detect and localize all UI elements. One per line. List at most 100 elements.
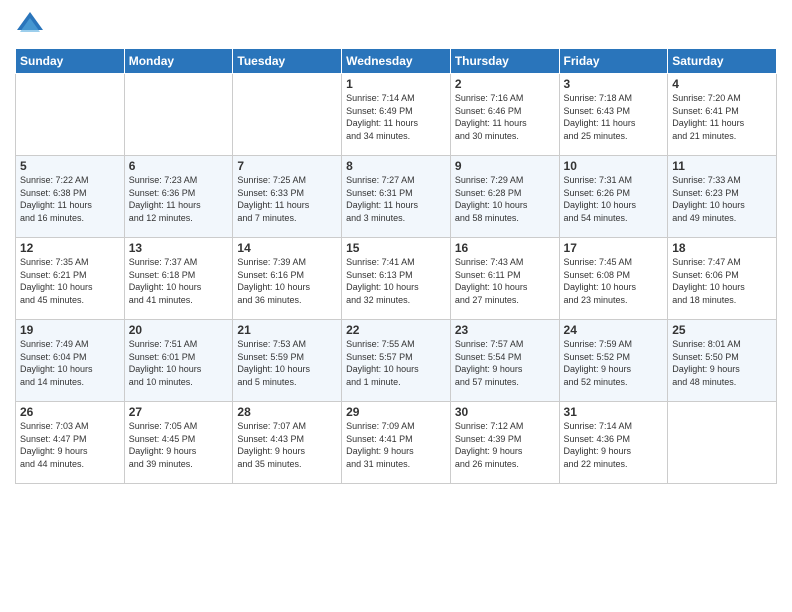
calendar-cell: 14Sunrise: 7:39 AM Sunset: 6:16 PM Dayli…	[233, 238, 342, 320]
day-number: 19	[20, 323, 120, 337]
calendar-week-row: 19Sunrise: 7:49 AM Sunset: 6:04 PM Dayli…	[16, 320, 777, 402]
day-number: 17	[564, 241, 664, 255]
calendar-cell: 13Sunrise: 7:37 AM Sunset: 6:18 PM Dayli…	[124, 238, 233, 320]
day-info: Sunrise: 7:14 AM Sunset: 6:49 PM Dayligh…	[346, 92, 446, 142]
calendar-cell: 31Sunrise: 7:14 AM Sunset: 4:36 PM Dayli…	[559, 402, 668, 484]
day-number: 3	[564, 77, 664, 91]
calendar-cell: 11Sunrise: 7:33 AM Sunset: 6:23 PM Dayli…	[668, 156, 777, 238]
day-number: 7	[237, 159, 337, 173]
calendar-cell: 10Sunrise: 7:31 AM Sunset: 6:26 PM Dayli…	[559, 156, 668, 238]
day-number: 31	[564, 405, 664, 419]
day-number: 9	[455, 159, 555, 173]
logo	[15, 10, 49, 40]
day-number: 10	[564, 159, 664, 173]
day-number: 29	[346, 405, 446, 419]
day-number: 22	[346, 323, 446, 337]
day-info: Sunrise: 7:20 AM Sunset: 6:41 PM Dayligh…	[672, 92, 772, 142]
calendar-week-row: 5Sunrise: 7:22 AM Sunset: 6:38 PM Daylig…	[16, 156, 777, 238]
page-container: SundayMondayTuesdayWednesdayThursdayFrid…	[0, 0, 792, 612]
calendar-cell: 25Sunrise: 8:01 AM Sunset: 5:50 PM Dayli…	[668, 320, 777, 402]
calendar-cell: 24Sunrise: 7:59 AM Sunset: 5:52 PM Dayli…	[559, 320, 668, 402]
day-info: Sunrise: 7:25 AM Sunset: 6:33 PM Dayligh…	[237, 174, 337, 224]
day-info: Sunrise: 7:49 AM Sunset: 6:04 PM Dayligh…	[20, 338, 120, 388]
calendar: SundayMondayTuesdayWednesdayThursdayFrid…	[15, 48, 777, 484]
day-info: Sunrise: 7:09 AM Sunset: 4:41 PM Dayligh…	[346, 420, 446, 470]
calendar-cell: 30Sunrise: 7:12 AM Sunset: 4:39 PM Dayli…	[450, 402, 559, 484]
day-info: Sunrise: 7:59 AM Sunset: 5:52 PM Dayligh…	[564, 338, 664, 388]
day-info: Sunrise: 7:55 AM Sunset: 5:57 PM Dayligh…	[346, 338, 446, 388]
day-number: 8	[346, 159, 446, 173]
day-number: 15	[346, 241, 446, 255]
day-header: Monday	[124, 49, 233, 74]
day-info: Sunrise: 7:18 AM Sunset: 6:43 PM Dayligh…	[564, 92, 664, 142]
day-header: Wednesday	[342, 49, 451, 74]
day-info: Sunrise: 8:01 AM Sunset: 5:50 PM Dayligh…	[672, 338, 772, 388]
calendar-cell: 6Sunrise: 7:23 AM Sunset: 6:36 PM Daylig…	[124, 156, 233, 238]
calendar-cell: 15Sunrise: 7:41 AM Sunset: 6:13 PM Dayli…	[342, 238, 451, 320]
day-number: 2	[455, 77, 555, 91]
calendar-week-row: 26Sunrise: 7:03 AM Sunset: 4:47 PM Dayli…	[16, 402, 777, 484]
day-info: Sunrise: 7:16 AM Sunset: 6:46 PM Dayligh…	[455, 92, 555, 142]
logo-icon	[15, 10, 45, 40]
day-number: 4	[672, 77, 772, 91]
day-info: Sunrise: 7:41 AM Sunset: 6:13 PM Dayligh…	[346, 256, 446, 306]
calendar-cell: 27Sunrise: 7:05 AM Sunset: 4:45 PM Dayli…	[124, 402, 233, 484]
calendar-header-row: SundayMondayTuesdayWednesdayThursdayFrid…	[16, 49, 777, 74]
day-number: 6	[129, 159, 229, 173]
calendar-cell: 9Sunrise: 7:29 AM Sunset: 6:28 PM Daylig…	[450, 156, 559, 238]
calendar-cell: 22Sunrise: 7:55 AM Sunset: 5:57 PM Dayli…	[342, 320, 451, 402]
calendar-cell: 21Sunrise: 7:53 AM Sunset: 5:59 PM Dayli…	[233, 320, 342, 402]
page-header	[15, 10, 777, 40]
day-info: Sunrise: 7:37 AM Sunset: 6:18 PM Dayligh…	[129, 256, 229, 306]
day-info: Sunrise: 7:29 AM Sunset: 6:28 PM Dayligh…	[455, 174, 555, 224]
day-info: Sunrise: 7:43 AM Sunset: 6:11 PM Dayligh…	[455, 256, 555, 306]
day-info: Sunrise: 7:03 AM Sunset: 4:47 PM Dayligh…	[20, 420, 120, 470]
calendar-cell: 7Sunrise: 7:25 AM Sunset: 6:33 PM Daylig…	[233, 156, 342, 238]
calendar-cell: 28Sunrise: 7:07 AM Sunset: 4:43 PM Dayli…	[233, 402, 342, 484]
calendar-cell	[16, 74, 125, 156]
calendar-cell: 18Sunrise: 7:47 AM Sunset: 6:06 PM Dayli…	[668, 238, 777, 320]
calendar-cell	[233, 74, 342, 156]
day-number: 18	[672, 241, 772, 255]
day-info: Sunrise: 7:07 AM Sunset: 4:43 PM Dayligh…	[237, 420, 337, 470]
day-info: Sunrise: 7:05 AM Sunset: 4:45 PM Dayligh…	[129, 420, 229, 470]
calendar-cell: 2Sunrise: 7:16 AM Sunset: 6:46 PM Daylig…	[450, 74, 559, 156]
calendar-cell	[124, 74, 233, 156]
day-header: Saturday	[668, 49, 777, 74]
calendar-cell: 29Sunrise: 7:09 AM Sunset: 4:41 PM Dayli…	[342, 402, 451, 484]
day-number: 12	[20, 241, 120, 255]
calendar-cell: 3Sunrise: 7:18 AM Sunset: 6:43 PM Daylig…	[559, 74, 668, 156]
day-info: Sunrise: 7:12 AM Sunset: 4:39 PM Dayligh…	[455, 420, 555, 470]
calendar-cell	[668, 402, 777, 484]
day-number: 5	[20, 159, 120, 173]
day-info: Sunrise: 7:31 AM Sunset: 6:26 PM Dayligh…	[564, 174, 664, 224]
day-number: 23	[455, 323, 555, 337]
day-number: 14	[237, 241, 337, 255]
day-number: 26	[20, 405, 120, 419]
calendar-cell: 17Sunrise: 7:45 AM Sunset: 6:08 PM Dayli…	[559, 238, 668, 320]
calendar-cell: 8Sunrise: 7:27 AM Sunset: 6:31 PM Daylig…	[342, 156, 451, 238]
day-header: Tuesday	[233, 49, 342, 74]
day-number: 24	[564, 323, 664, 337]
day-info: Sunrise: 7:23 AM Sunset: 6:36 PM Dayligh…	[129, 174, 229, 224]
day-info: Sunrise: 7:33 AM Sunset: 6:23 PM Dayligh…	[672, 174, 772, 224]
day-header: Sunday	[16, 49, 125, 74]
day-info: Sunrise: 7:57 AM Sunset: 5:54 PM Dayligh…	[455, 338, 555, 388]
day-info: Sunrise: 7:27 AM Sunset: 6:31 PM Dayligh…	[346, 174, 446, 224]
day-number: 25	[672, 323, 772, 337]
calendar-cell: 5Sunrise: 7:22 AM Sunset: 6:38 PM Daylig…	[16, 156, 125, 238]
day-info: Sunrise: 7:14 AM Sunset: 4:36 PM Dayligh…	[564, 420, 664, 470]
calendar-cell: 16Sunrise: 7:43 AM Sunset: 6:11 PM Dayli…	[450, 238, 559, 320]
day-number: 11	[672, 159, 772, 173]
day-number: 27	[129, 405, 229, 419]
day-info: Sunrise: 7:45 AM Sunset: 6:08 PM Dayligh…	[564, 256, 664, 306]
day-number: 16	[455, 241, 555, 255]
calendar-cell: 4Sunrise: 7:20 AM Sunset: 6:41 PM Daylig…	[668, 74, 777, 156]
day-info: Sunrise: 7:53 AM Sunset: 5:59 PM Dayligh…	[237, 338, 337, 388]
day-number: 20	[129, 323, 229, 337]
calendar-week-row: 1Sunrise: 7:14 AM Sunset: 6:49 PM Daylig…	[16, 74, 777, 156]
day-number: 21	[237, 323, 337, 337]
day-info: Sunrise: 7:39 AM Sunset: 6:16 PM Dayligh…	[237, 256, 337, 306]
day-number: 13	[129, 241, 229, 255]
calendar-cell: 20Sunrise: 7:51 AM Sunset: 6:01 PM Dayli…	[124, 320, 233, 402]
